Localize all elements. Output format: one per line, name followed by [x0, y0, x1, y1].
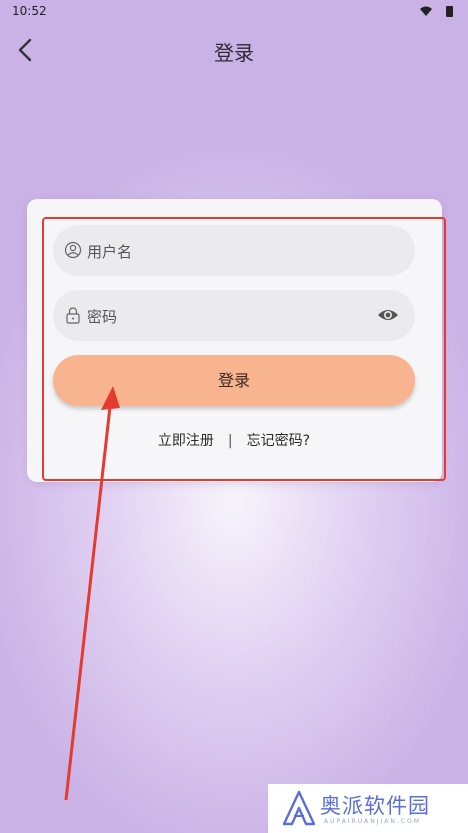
watermark: 奥派软件园 AUPAIRUANJIAN.COM: [268, 784, 468, 833]
page-title: 登录: [214, 41, 254, 65]
watermark-domain: AUPAIRUANJIAN.COM: [324, 818, 421, 825]
status-icons: [420, 6, 453, 17]
status-bar: 10:52: [0, 0, 468, 22]
annotation-highlight-box: [42, 217, 446, 481]
top-nav-bar: 登录: [0, 26, 468, 74]
status-time: 10:52: [12, 4, 47, 18]
battery-icon: [446, 6, 453, 17]
watermark-logo-icon: [282, 790, 316, 826]
watermark-name: 奥派软件园: [320, 794, 430, 818]
wifi-icon: [420, 6, 432, 16]
